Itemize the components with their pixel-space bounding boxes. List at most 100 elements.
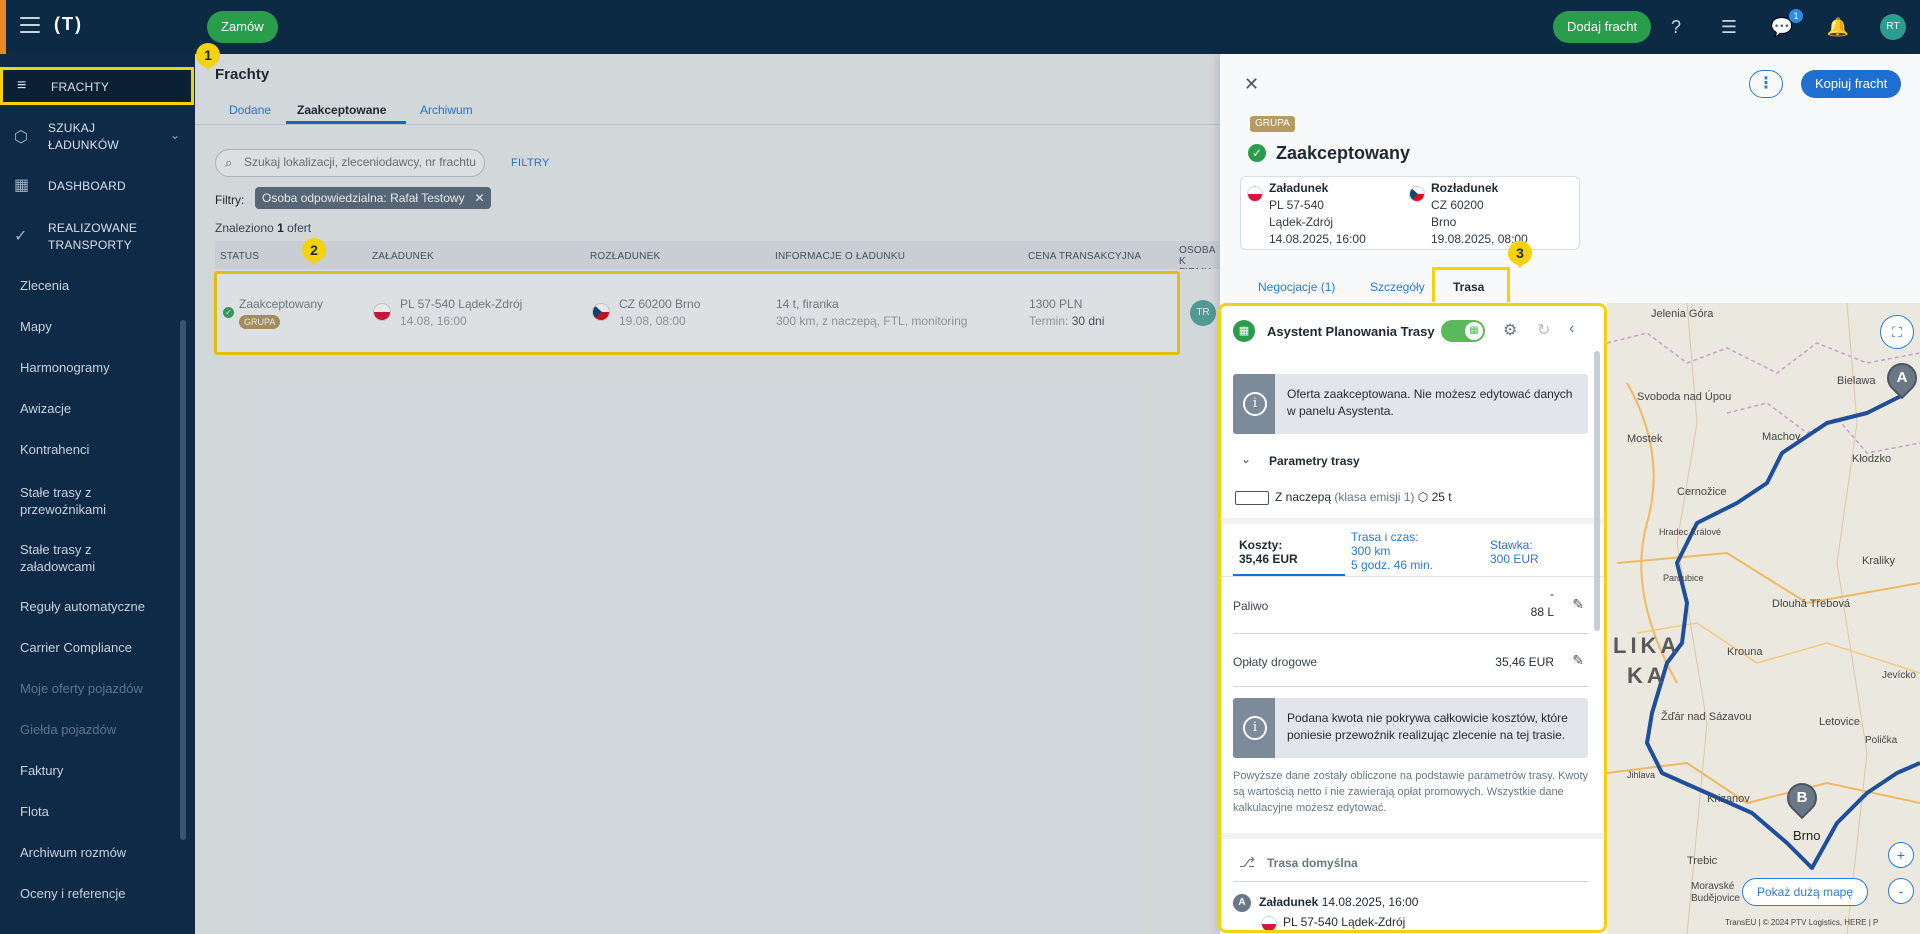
map-label-pardubice: Pardubice xyxy=(1663,573,1704,583)
more-options-button[interactable]: ⋮ xyxy=(1749,70,1783,98)
cost-tab-costs[interactable]: Koszty: 35,46 EUR xyxy=(1239,538,1298,566)
params-title[interactable]: Parametry trasy xyxy=(1269,454,1360,468)
unloading-title: Rozładunek xyxy=(1431,181,1499,195)
close-icon[interactable]: ✕ xyxy=(1244,74,1259,95)
loading-title: Załadunek xyxy=(1269,181,1329,195)
route-assistant-panel: ▦ Asystent Planowania Trasy ▦ ⚙ ↻ ‹ i Of… xyxy=(1218,303,1607,933)
sidebar-item-stale-trasy-przewoznicy[interactable]: Stałe trasy z przewoźnikami xyxy=(20,484,130,518)
sidebar-scrollbar[interactable] xyxy=(180,320,186,840)
assistant-scrollbar[interactable] xyxy=(1594,351,1600,631)
toggle-knob: ▦ xyxy=(1465,322,1483,340)
map-pin-a[interactable]: A xyxy=(1880,356,1920,400)
info-locked-box: i Oferta zaakceptowana. Nie możesz edyto… xyxy=(1233,374,1588,434)
map-label-jelenia-gora: Jelenia Góra xyxy=(1651,308,1714,320)
assistant-logo-icon: ▦ xyxy=(1233,320,1255,342)
map-label-kraliky: Kraliky xyxy=(1862,555,1896,567)
stop-label: Załadunek 14.08.2025, 16:00 xyxy=(1259,895,1419,909)
cost-tabs-divider xyxy=(1221,576,1604,577)
sidebar-item-stale-trasy-zaladowcy[interactable]: Stałe trasy z załadowcami xyxy=(20,541,130,575)
edit-fuel-pencil-icon[interactable]: ✎ xyxy=(1572,596,1584,613)
sidebar-item-kontrahenci[interactable]: Kontrahenci xyxy=(20,441,89,458)
loading-city: Lądek-Zdrój xyxy=(1269,215,1334,229)
map-pin-b[interactable]: B xyxy=(1780,776,1824,820)
loading-code: PL 57-540 xyxy=(1269,198,1324,212)
map-label-letovice: Letovice xyxy=(1819,716,1860,728)
cost-tabs: Koszty: 35,46 EUR Trasa i czas: 300 km 5… xyxy=(1221,524,1604,576)
add-freight-button[interactable]: Dodaj fracht xyxy=(1553,11,1652,43)
map-label-mostek: Mostek xyxy=(1627,433,1663,445)
stop-a-marker: A xyxy=(1233,894,1251,912)
map-label-bielawa: Bielawa xyxy=(1837,375,1876,387)
fuel-label: Paliwo xyxy=(1233,599,1269,613)
assistant-toggle[interactable]: ▦ xyxy=(1441,320,1485,342)
cost-tab-route[interactable]: Trasa i czas: 300 km 5 godz. 46 min. xyxy=(1351,530,1433,572)
sidebar-item-awizacje[interactable]: Awizacje xyxy=(20,400,71,417)
unloading-city: Brno xyxy=(1431,215,1457,229)
notifications-bell-icon[interactable]: 🔔 xyxy=(1826,15,1850,39)
map-label-jevicko: Jevícko xyxy=(1882,670,1916,681)
trasa-tab-highlight xyxy=(1432,267,1510,302)
box-icon: ⬡ xyxy=(14,129,28,146)
callout-3: 3 xyxy=(1508,241,1532,268)
collapse-chevron-icon[interactable]: ‹ xyxy=(1569,320,1574,338)
zoom-out-button[interactable]: - xyxy=(1888,878,1914,904)
info-icon: i xyxy=(1243,716,1267,740)
sidebar-item-mapy[interactable]: Mapy xyxy=(20,318,52,335)
sidebar-item-archiwum-rozmow[interactable]: Archiwum rozmów xyxy=(20,844,126,861)
refresh-icon: ↻ xyxy=(1537,322,1551,339)
default-route-title[interactable]: Trasa domyślna xyxy=(1267,856,1358,870)
top-bar: (T) Zamów Dodaj fracht ? ☰ 💬 1 🔔 RT xyxy=(0,0,1920,54)
grid-icon: ▦ xyxy=(14,177,30,194)
map-label-klodzko: Kłodzko xyxy=(1852,453,1892,465)
info-icon: i xyxy=(1243,392,1267,416)
sidebar-item-dashboard[interactable]: ▦ DASHBOARD xyxy=(0,176,195,200)
zoom-in-button[interactable]: + xyxy=(1888,842,1914,868)
map-label-svoboda: Svoboda nad Úpou xyxy=(1637,391,1732,403)
kv-divider xyxy=(1233,633,1588,634)
sidebar-item-harmonogramy[interactable]: Harmonogramy xyxy=(20,359,110,376)
fullscreen-icon[interactable]: ⛶ xyxy=(1880,315,1914,349)
flag-pl-icon xyxy=(1261,916,1277,930)
checklist-icon[interactable]: ☰ xyxy=(1717,15,1741,39)
cost-tab-rate[interactable]: Stawka: 300 EUR xyxy=(1490,538,1539,566)
map-label-jihlava: Jihlava xyxy=(1627,770,1656,780)
flag-pl-icon xyxy=(1247,186,1263,202)
map-label-krouna: Krouna xyxy=(1727,646,1763,658)
route-map[interactable]: Bielawa Jelenia Góra Svoboda nad Úpou Mo… xyxy=(1607,303,1920,934)
user-avatar[interactable]: RT xyxy=(1880,14,1906,40)
fuel-value: 88 L xyxy=(1530,605,1554,619)
info-costs-box: i Podana kwota nie pokrywa całkowicie ko… xyxy=(1233,698,1588,758)
tab-szczegoly[interactable]: Szczegóły xyxy=(1370,280,1425,294)
sidebar-item-zlecenia[interactable]: Zlecenia xyxy=(20,277,69,294)
sidebar-item-carrier-compliance[interactable]: Carrier Compliance xyxy=(20,639,132,656)
map-region-label: LIKA xyxy=(1613,633,1681,658)
edit-tolls-pencil-icon[interactable]: ✎ xyxy=(1572,652,1584,669)
unloading-code: CZ 60200 xyxy=(1431,198,1484,212)
copy-freight-button[interactable]: Kopiuj fracht xyxy=(1801,70,1902,98)
assistant-title: Asystent Planowania Trasy xyxy=(1267,324,1435,339)
sidebar-item-realizowane-transporty[interactable]: ✓ REALIZOWANE TRANSPORTY xyxy=(0,218,195,258)
map-label-krizanov: Krizanov xyxy=(1707,793,1750,805)
accepted-check-icon: ✓ xyxy=(1248,144,1266,162)
sidebar-item-szukaj-ladunkow[interactable]: ⬡ SZUKAJ ŁADUNKÓW ⌄ xyxy=(0,118,195,158)
sidebar-item-flota[interactable]: Flota xyxy=(20,803,49,820)
order-button[interactable]: Zamów xyxy=(207,11,278,43)
sliders-icon[interactable]: ⚙ xyxy=(1503,320,1517,340)
help-icon[interactable]: ? xyxy=(1664,15,1688,39)
vehicle-params: Z naczepą (klasa emisji 1) ⬡ 25 t xyxy=(1275,490,1452,504)
tab-negocjacje[interactable]: Negocjacje (1) xyxy=(1258,280,1335,294)
chevron-down-icon[interactable]: ⌄ xyxy=(1241,452,1251,466)
map-label-machov: Machov xyxy=(1762,431,1801,443)
brand-accent xyxy=(0,0,6,54)
messages-badge: 1 xyxy=(1789,9,1803,23)
callout-1: 1 xyxy=(196,43,220,70)
sidebar-item-frachty[interactable]: ≡ FRACHTY xyxy=(0,67,194,105)
map-label-dlouha-trebova: Dlouhá Třebová xyxy=(1772,598,1851,610)
logo[interactable]: (T) xyxy=(54,14,83,35)
group-tag: GRUPA xyxy=(1250,116,1295,132)
sidebar-item-faktury[interactable]: Faktury xyxy=(20,762,63,779)
sidebar-item-reguly-automatyczne[interactable]: Reguły automatyczne xyxy=(20,598,145,615)
hamburger-menu-icon[interactable] xyxy=(20,17,40,35)
show-big-map-button[interactable]: Pokaż dużą mapę xyxy=(1742,878,1868,906)
sidebar-item-oceny-referencje[interactable]: Oceny i referencje xyxy=(20,885,126,902)
